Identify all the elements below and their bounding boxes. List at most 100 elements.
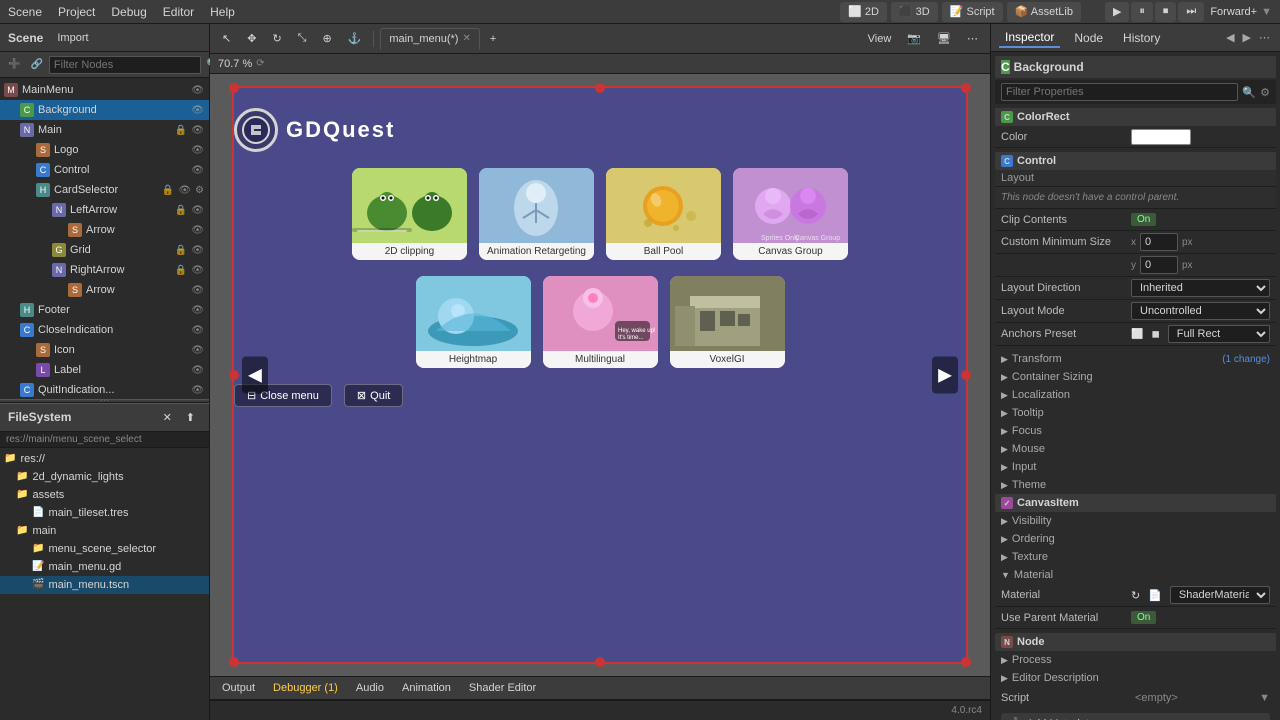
handle-bl[interactable] xyxy=(229,657,239,667)
fs-item-res[interactable]: 📁 res:// xyxy=(0,450,209,468)
fs-item-assets[interactable]: 📁 assets xyxy=(0,486,209,504)
section-control-header[interactable]: C Control xyxy=(995,152,1276,170)
tree-item-quitindication[interactable]: C QuitIndication... 👁 xyxy=(0,380,209,399)
cardselector-vis-btn[interactable]: 🔒 xyxy=(161,185,175,196)
viewport-canvas[interactable]: GDQuest ◀ ▶ xyxy=(210,74,990,676)
grid-eye-btn[interactable]: 👁 xyxy=(190,245,205,256)
editor-desc-collapsible[interactable]: ▶ Editor Description xyxy=(995,669,1276,687)
vp-cam-btn[interactable]: 📷 xyxy=(901,28,927,50)
tab-history[interactable]: History xyxy=(1117,29,1166,47)
zoom-reset-btn[interactable]: ⟳ xyxy=(256,58,264,69)
stop-btn[interactable]: ⏹ xyxy=(1155,2,1177,22)
tree-item-arrow1[interactable]: S Arrow 👁 xyxy=(0,220,209,240)
icon-eye-btn[interactable]: 👁 xyxy=(190,345,205,356)
material-select[interactable]: ShaderMaterial xyxy=(1170,586,1270,604)
menu-editor[interactable]: Editor xyxy=(163,5,194,19)
logo-eye-btn[interactable]: 👁 xyxy=(190,145,205,156)
vp-add-tab-btn[interactable]: + xyxy=(484,28,502,50)
texture-collapsible[interactable]: ▶ Texture xyxy=(995,548,1276,566)
tree-item-grid[interactable]: G Grid 🔒 👁 xyxy=(0,240,209,260)
tree-item-cardselector[interactable]: H CardSelector 🔒 👁 ⚙ xyxy=(0,180,209,200)
visibility-collapsible[interactable]: ▶ Visibility xyxy=(995,512,1276,530)
tree-item-leftarrow[interactable]: N LeftArrow 🔒 👁 xyxy=(0,200,209,220)
leftarrow-eye-btn[interactable]: 👁 xyxy=(190,205,205,216)
min-size-y-input[interactable] xyxy=(1140,256,1178,274)
section-node-header[interactable]: N Node xyxy=(995,633,1276,651)
mode-script-btn[interactable]: 📝 Script xyxy=(942,2,1003,22)
vp-scale-btn[interactable]: ⤡ xyxy=(292,28,313,50)
menu-debug[interactable]: Debug xyxy=(111,5,146,19)
vp-rotate-btn[interactable]: ↻ xyxy=(266,28,287,50)
tree-item-footer[interactable]: H Footer 👁 xyxy=(0,300,209,320)
tab-shader[interactable]: Shader Editor xyxy=(461,678,544,698)
view-btn[interactable]: View xyxy=(862,28,898,50)
script-dropdown-btn[interactable]: ▼ xyxy=(1259,692,1270,704)
fs-close-btn[interactable]: ✕ xyxy=(157,409,178,426)
vp-more-btn[interactable]: ⋯ xyxy=(961,28,984,50)
viewport-tab-close[interactable]: ✕ xyxy=(462,33,470,44)
vp-display-btn[interactable]: 🖥 xyxy=(931,28,957,50)
localization-collapsible[interactable]: ▶ Localization xyxy=(995,386,1276,404)
tree-item-arrow2[interactable]: S Arrow 👁 xyxy=(0,280,209,300)
section-canvasitem-header[interactable]: ✓ CanvasItem xyxy=(995,494,1276,512)
closeindication-eye-btn[interactable]: 👁 xyxy=(190,325,205,336)
pause-btn[interactable]: ⏸ xyxy=(1131,2,1153,22)
labelnode-eye-btn[interactable]: 👁 xyxy=(190,365,205,376)
process-collapsible[interactable]: ▶ Process xyxy=(995,651,1276,669)
nav-left-btn[interactable]: ◀ xyxy=(242,357,268,394)
inspector-more-btn[interactable]: ⋯ xyxy=(1257,29,1272,46)
handle-ml[interactable] xyxy=(229,370,239,380)
vp-pivot-btn[interactable]: ⊕ xyxy=(316,28,337,50)
game-card-ball[interactable]: Ball Pool xyxy=(606,168,721,260)
material-reload-icon[interactable]: ↻ xyxy=(1131,589,1140,602)
game-card-height[interactable]: Heightmap xyxy=(416,276,531,368)
tree-item-background[interactable]: C Background 👁 xyxy=(0,100,209,120)
quit-btn[interactable]: ⊠ Quit xyxy=(344,384,403,407)
material-collapsible[interactable]: ▼ Material xyxy=(995,566,1276,584)
mainmenu-eye-btn[interactable]: 👁 xyxy=(190,85,205,96)
tab-output[interactable]: Output xyxy=(214,678,263,698)
arrow1-eye-btn[interactable]: 👁 xyxy=(190,225,205,236)
theme-collapsible[interactable]: ▶ Theme xyxy=(995,476,1276,494)
menu-scene[interactable]: Scene xyxy=(8,5,42,19)
menu-help[interactable]: Help xyxy=(210,5,235,19)
vp-anchor-btn[interactable]: ⚓ xyxy=(342,28,368,50)
handle-tl[interactable] xyxy=(229,83,239,93)
container-sizing-collapsible[interactable]: ▶ Container Sizing xyxy=(995,368,1276,386)
scene-search-input[interactable] xyxy=(49,56,201,74)
play-btn[interactable]: ▶ xyxy=(1105,2,1129,22)
focus-collapsible[interactable]: ▶ Focus xyxy=(995,422,1276,440)
handle-tr[interactable] xyxy=(961,83,971,93)
game-card-voxel[interactable]: VoxelGI xyxy=(670,276,785,368)
game-card-2d[interactable]: 2D clipping xyxy=(352,168,467,260)
mode-assetlib-btn[interactable]: 📦 AssetLib xyxy=(1007,2,1081,22)
main-eye-btn[interactable]: 👁 xyxy=(190,125,205,136)
tree-item-logo[interactable]: S Logo 👁 xyxy=(0,140,209,160)
fs-item-main-gd[interactable]: 📝 main_menu.gd xyxy=(0,558,209,576)
background-eye-btn[interactable]: 👁 xyxy=(190,105,205,116)
tree-item-icon[interactable]: S Icon 👁 xyxy=(0,340,209,360)
transform-collapsible[interactable]: ▶ Transform (1 change) xyxy=(995,350,1276,368)
game-card-multi[interactable]: Hey, wake up! It's time... Multilingual xyxy=(543,276,658,368)
tab-audio[interactable]: Audio xyxy=(348,678,392,698)
tooltip-collapsible[interactable]: ▶ Tooltip xyxy=(995,404,1276,422)
import-btn[interactable]: Import xyxy=(51,30,94,46)
add-node-btn[interactable]: ➕ xyxy=(4,57,24,72)
handle-br[interactable] xyxy=(961,657,971,667)
tab-inspector[interactable]: Inspector xyxy=(999,28,1060,48)
color-swatch[interactable] xyxy=(1131,129,1191,145)
tab-debugger[interactable]: Debugger (1) xyxy=(265,678,346,698)
leftarrow-vis-btn[interactable]: 🔒 xyxy=(174,205,188,216)
min-size-x-input[interactable] xyxy=(1140,233,1178,251)
main-vis-btn[interactable]: 🔒 xyxy=(174,125,188,136)
tab-animation[interactable]: Animation xyxy=(394,678,459,698)
ordering-collapsible[interactable]: ▶ Ordering xyxy=(995,530,1276,548)
section-colorrect-header[interactable]: C ColorRect xyxy=(995,108,1276,126)
arrow2-eye-btn[interactable]: 👁 xyxy=(190,285,205,296)
handle-bm[interactable] xyxy=(595,657,605,667)
filter-options-btn[interactable]: ⚙ xyxy=(1260,86,1270,99)
tree-item-main[interactable]: N Main 🔒 👁 xyxy=(0,120,209,140)
game-card-anim[interactable]: Animation Retargeting xyxy=(479,168,594,260)
filter-search-icon[interactable]: 🔍 xyxy=(1242,86,1256,99)
cardselector-more-btn[interactable]: ⚙ xyxy=(194,185,205,196)
